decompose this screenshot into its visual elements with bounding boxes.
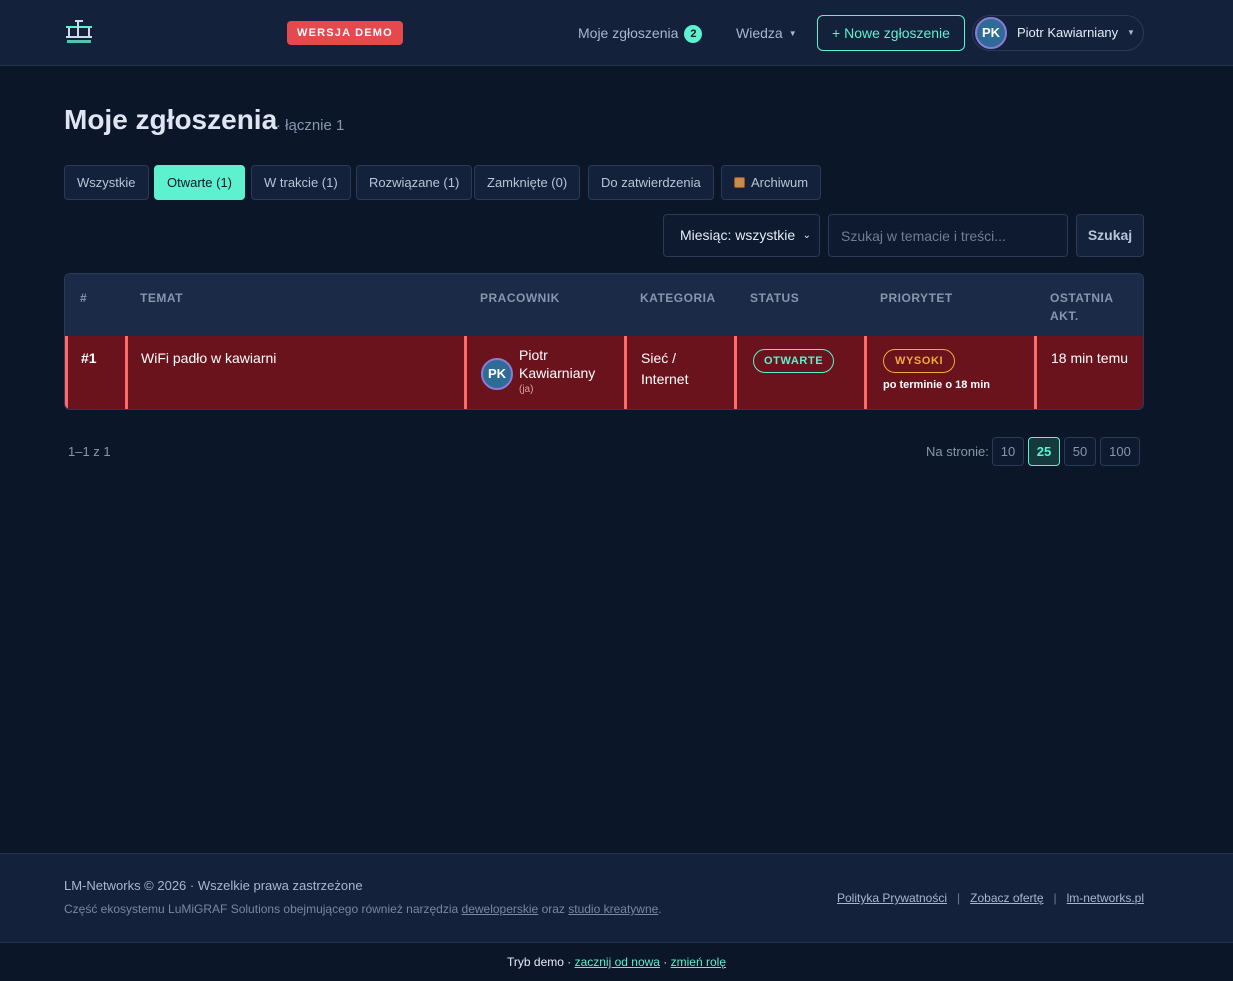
tab-open[interactable]: Otwarte (1) <box>154 165 246 200</box>
priority-badge: WYSOKI <box>883 349 956 373</box>
ticket-subject[interactable]: WiFi padło w kawiarni <box>141 348 276 369</box>
tab-archive[interactable]: Archiwum <box>721 165 822 200</box>
new-ticket-button[interactable]: + Nowe zgłoszenie <box>817 15 965 51</box>
change-role-link[interactable]: zmień rolę <box>671 955 726 969</box>
footer: LM-Networks © 2026 · Wszelkie prawa zast… <box>0 853 1233 942</box>
column-divider <box>734 336 737 409</box>
employee-self-note: (ja) <box>519 384 534 395</box>
ticket-id[interactable]: #1 <box>81 348 97 369</box>
ticket-category: Sieć / Internet <box>641 350 689 387</box>
column-header-last-activity[interactable]: OSTATNIA AKT. <box>1050 289 1130 325</box>
employee-name: Piotr Kawiarniany <box>519 347 596 381</box>
separator: | <box>957 891 961 905</box>
per-page-option-50[interactable]: 50 <box>1064 437 1096 466</box>
per-page-label: Na stronie: <box>926 444 989 459</box>
chevron-down-icon: ⌄ <box>802 230 811 241</box>
nav-knowledge-dropdown[interactable]: Wiedza ▼ <box>736 22 797 45</box>
tab-in-progress[interactable]: W trakcie (1) <box>251 165 351 200</box>
footer-copyright: LM-Networks © 2026 · Wszelkie prawa zast… <box>64 878 363 893</box>
demo-mode-bar: Tryb demo · zacznij od nowa · zmień rolę <box>0 942 1233 981</box>
column-divider <box>864 336 867 409</box>
column-header-priority[interactable]: PRIORYTET <box>880 289 953 307</box>
month-select[interactable]: Miesiąc: wszystkie ⌄ <box>663 214 820 257</box>
column-header-employee[interactable]: PRACOWNIK <box>480 289 560 307</box>
per-page-option-25[interactable]: 25 <box>1028 437 1060 466</box>
table-row[interactable]: #1 WiFi padło w kawiarni PK Piotr Kawiar… <box>65 336 1143 409</box>
column-header-id[interactable]: # <box>80 289 87 307</box>
website-link[interactable]: lm-networks.pl <box>1067 891 1144 905</box>
search-button[interactable]: Szukaj <box>1076 214 1144 257</box>
avatar: PK <box>481 358 513 390</box>
footer-links: Polityka Prywatności | Zobacz ofertę | lm-ne… <box>837 891 1144 905</box>
per-page-option-100[interactable]: 100 <box>1100 437 1140 466</box>
user-name: Piotr Kawiarniany <box>1017 25 1119 40</box>
caret-down-icon: ▼ <box>788 29 797 38</box>
status-badge: OTWARTE <box>753 349 835 373</box>
page-title: Moje zgłoszenia <box>64 104 278 135</box>
tab-resolved[interactable]: Rozwiązane (1) <box>356 165 473 200</box>
avatar: PK <box>975 17 1007 49</box>
tab-closed[interactable]: Zamknięte (0) <box>474 165 581 200</box>
separator: | <box>1053 891 1057 905</box>
column-divider <box>125 336 128 409</box>
last-activity: 18 min temu <box>1051 350 1129 366</box>
caret-down-icon: ▼ <box>1127 28 1135 37</box>
month-select-value: Miesiąc: wszystkie <box>680 227 796 243</box>
demo-mode-label: Tryb demo · <box>507 955 575 969</box>
eco-suffix: . <box>658 902 662 916</box>
footer-ecosystem-note: Część ekosystemu LuMiGRAF Solutions obej… <box>64 902 662 916</box>
demo-mid: · <box>659 955 671 969</box>
table-header: # TEMAT PRACOWNIK KATEGORIA STATUS PRIOR… <box>65 274 1143 336</box>
tickets-count-badge: 2 <box>684 25 703 43</box>
total-count: · łącznie 1 <box>276 117 345 134</box>
column-divider <box>464 336 467 409</box>
column-divider <box>624 336 627 409</box>
column-divider <box>1034 336 1037 409</box>
column-header-category[interactable]: KATEGORIA <box>640 289 716 307</box>
logo-icon[interactable] <box>64 17 94 45</box>
per-page-option-10[interactable]: 10 <box>992 437 1024 466</box>
eco-link-dev[interactable]: deweloperskie <box>462 902 539 916</box>
column-header-status[interactable]: STATUS <box>750 289 799 307</box>
tab-archive-label: Archiwum <box>751 175 809 190</box>
eco-prefix: Część ekosystemu LuMiGRAF Solutions obej… <box>64 902 462 916</box>
user-menu[interactable]: PK Piotr Kawiarniany ▼ <box>972 15 1144 51</box>
demo-version-badge: WERSJA DEMO <box>287 21 403 45</box>
tickets-table: # TEMAT PRACOWNIK KATEGORIA STATUS PRIOR… <box>64 273 1144 410</box>
package-icon <box>734 177 745 188</box>
search-input[interactable] <box>828 214 1068 257</box>
nav-my-tickets[interactable]: Moje zgłoszenia 2 <box>578 22 703 44</box>
top-navbar: WERSJA DEMO Moje zgłoszenia 2 Wiedza ▼ + N… <box>0 0 1233 66</box>
nav-knowledge-label: Wiedza <box>736 25 783 41</box>
restart-demo-link[interactable]: zacznij od nowa <box>575 955 660 969</box>
tab-all[interactable]: Wszystkie <box>64 165 149 200</box>
eco-mid: oraz <box>538 902 569 916</box>
results-range: 1–1 z 1 <box>68 444 111 459</box>
overdue-note: po terminie o 18 min <box>883 379 990 391</box>
eco-link-studio[interactable]: studio kreatywne <box>568 902 658 916</box>
column-header-subject[interactable]: TEMAT <box>140 289 183 307</box>
offer-link[interactable]: Zobacz ofertę <box>970 891 1043 905</box>
privacy-policy-link[interactable]: Polityka Prywatności <box>837 891 947 905</box>
nav-my-tickets-label: Moje zgłoszenia <box>578 25 679 41</box>
tab-to-approve[interactable]: Do zatwierdzenia <box>588 165 714 200</box>
